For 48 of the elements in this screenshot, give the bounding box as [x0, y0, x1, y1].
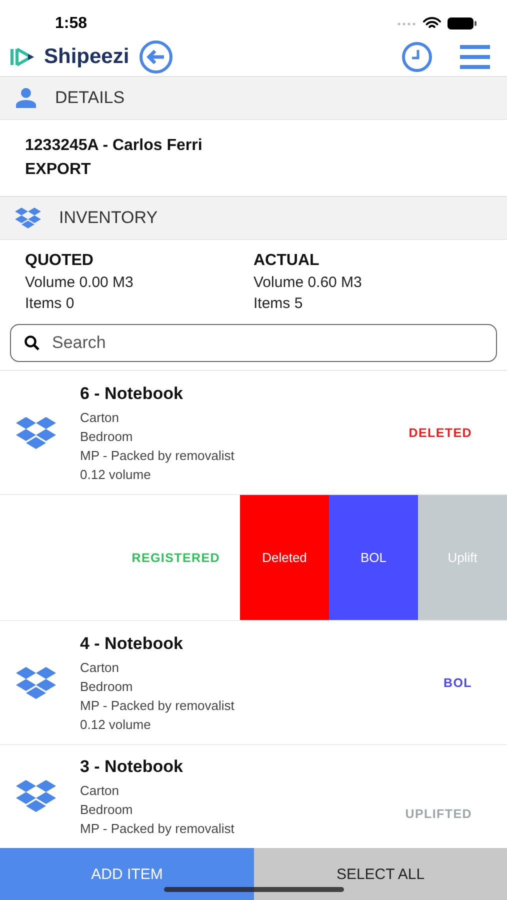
item-detail: 0.12 volume: [80, 466, 152, 482]
summary-items: Items 5: [254, 295, 304, 312]
item-detail: Carton: [80, 660, 120, 674]
item-status: UPLIFTED: [405, 807, 472, 821]
item-detail: 0.12 volume: [80, 716, 152, 732]
item-detail: Bedroom: [80, 428, 134, 444]
summary-items: Items 0: [25, 295, 76, 312]
inventory-item[interactable]: 3 - Notebook Carton Bedroom MP - Packed by removalist UPLIFTED: [0, 745, 507, 837]
item-title: 3 - Notebook: [80, 757, 184, 777]
job-reference: 1233245A - Carlos Ferri: [25, 137, 204, 155]
battery-icon: [447, 17, 477, 30]
job-type: EXPORT: [25, 161, 92, 179]
person-icon: [15, 88, 37, 108]
signal-icon: [397, 22, 417, 26]
swipe-action-button[interactable]: Deleted: [240, 495, 329, 620]
item-detail: MP - Packed by removalist: [80, 448, 236, 462]
item-detail: MP - Packed by removalist: [80, 698, 236, 712]
inventory-item[interactable]: 4 - Notebook Carton Bedroom MP - Packed by removalist 0.12 volume BOL: [0, 621, 507, 745]
status-time: 1:58: [55, 15, 88, 34]
history-button[interactable]: [401, 41, 433, 73]
summary-heading: ACTUAL: [254, 252, 320, 270]
item-title: 4 - Notebook: [80, 634, 184, 654]
summary-volume: Volume 0.00 M3: [25, 274, 134, 291]
boxes-icon: [16, 416, 56, 450]
wifi-icon: [423, 17, 441, 30]
item-status: DELETED: [408, 426, 472, 440]
search-icon: [24, 335, 40, 351]
summary-heading: QUOTED: [25, 252, 94, 270]
item-detail: Bedroom: [80, 802, 134, 817]
logo-text: Shipeezi: [44, 45, 130, 69]
swipe-action-button[interactable]: BOL: [329, 495, 418, 620]
item-status: REGISTERED: [130, 550, 221, 564]
item-detail: MP - Packed by removalist: [80, 821, 236, 836]
item-status: BOL: [444, 676, 472, 690]
item-detail: Carton: [80, 783, 120, 798]
section-title: INVENTORY: [59, 208, 158, 228]
item-detail: Bedroom: [80, 678, 134, 694]
item-title: 6 - Notebook: [80, 384, 184, 404]
search-field[interactable]: Search: [10, 324, 497, 362]
item-detail: Carton: [80, 410, 120, 424]
section-title: DETAILS: [55, 88, 125, 108]
back-button[interactable]: [139, 40, 174, 74]
boxes-icon: [16, 666, 56, 700]
boxes-icon: [16, 779, 56, 813]
footer-button[interactable]: SELECT ALL: [254, 848, 507, 900]
boxes-icon: [15, 207, 41, 229]
summary-volume: Volume 0.60 M3: [254, 274, 363, 291]
menu-button[interactable]: [459, 44, 491, 70]
